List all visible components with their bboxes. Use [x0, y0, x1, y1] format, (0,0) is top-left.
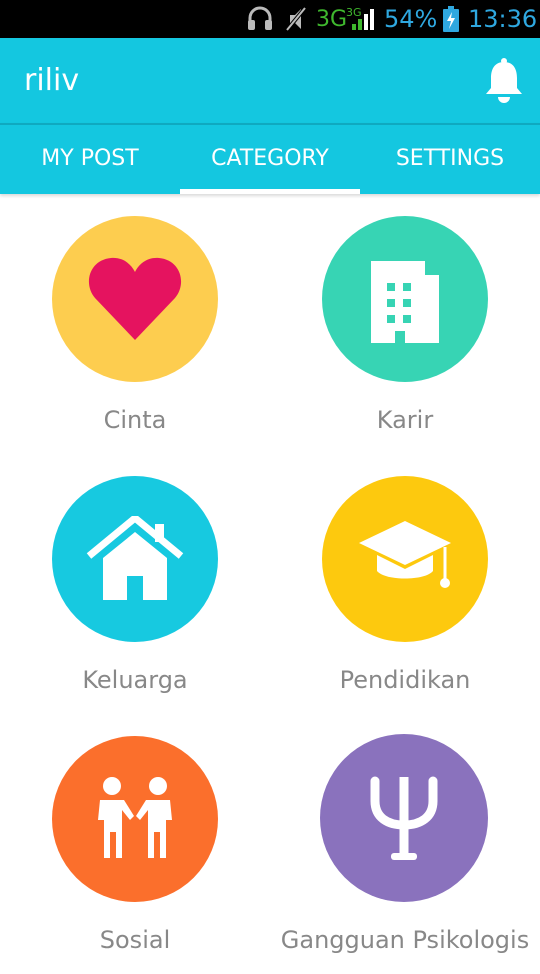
battery-percent: 54% — [384, 5, 438, 33]
clock: 13:36 — [468, 5, 538, 33]
category-pendidikan[interactable]: Pendidikan — [270, 454, 540, 714]
category-gangguan-psikologis[interactable]: Gangguan Psikologis — [270, 714, 540, 974]
category-label: Pendidikan — [339, 666, 471, 694]
signal-icon — [350, 0, 376, 38]
psi-icon — [320, 734, 488, 902]
tab-label: SETTINGS — [395, 146, 505, 171]
app-title: riliv — [24, 63, 80, 98]
category-label: Cinta — [103, 406, 167, 434]
app-bar: riliv — [0, 38, 540, 123]
status-bar: 3G 3G 54% 13:36 — [0, 0, 540, 38]
tab-label: MY POST — [41, 146, 139, 171]
tab-settings[interactable]: SETTINGS — [360, 123, 540, 194]
tab-bar: MY POST CATEGORY SETTINGS — [0, 123, 540, 194]
house-icon — [52, 476, 218, 642]
category-cinta[interactable]: Cinta — [0, 194, 270, 454]
tab-label: CATEGORY — [211, 146, 329, 171]
category-label: Sosial — [99, 926, 171, 954]
category-label: Keluarga — [82, 666, 188, 694]
network-type: 3G — [316, 6, 348, 32]
mute-icon — [284, 0, 308, 38]
heart-icon — [52, 216, 218, 382]
category-label: Gangguan Psikologis — [280, 926, 530, 954]
graduation-cap-icon — [322, 476, 488, 642]
bell-icon[interactable] — [482, 56, 526, 104]
category-label: Karir — [376, 406, 434, 434]
headphones-icon — [246, 0, 274, 38]
handshake-people-icon — [52, 736, 218, 902]
category-keluarga[interactable]: Keluarga — [0, 454, 270, 714]
tab-category[interactable]: CATEGORY — [180, 123, 360, 194]
category-sosial[interactable]: Sosial — [0, 714, 270, 974]
tab-my-post[interactable]: MY POST — [0, 123, 180, 194]
building-icon — [322, 216, 488, 382]
battery-icon — [442, 0, 460, 38]
category-karir[interactable]: Karir — [270, 194, 540, 454]
